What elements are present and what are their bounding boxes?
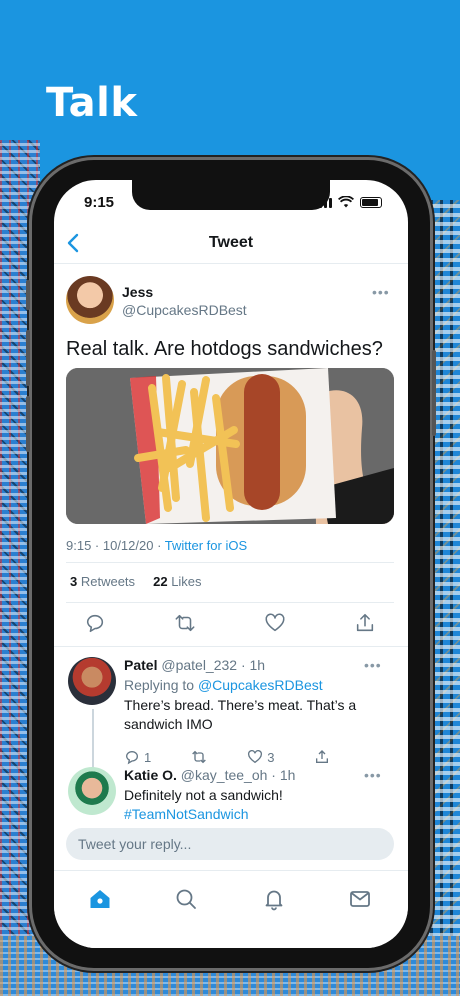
likes-count: 22	[153, 574, 168, 589]
reply-author-handle: @patel_232 · 1h	[161, 657, 266, 673]
tweet-text: Real talk. Are hotdogs sandwiches?	[66, 338, 383, 360]
tweet-stats: 3 Retweets 22 Likes	[70, 574, 202, 589]
reply-text-line: Definitely not a sandwich!	[124, 787, 283, 803]
replying-to-line: Replying to @CupcakesRDBest	[124, 677, 323, 693]
tweet-source-link[interactable]: Twitter for iOS	[165, 538, 247, 553]
retweet-icon	[192, 750, 207, 764]
reply-item[interactable]: Katie O. @kay_tee_oh · 1h ••• Definitely…	[68, 767, 398, 827]
avatar[interactable]	[66, 276, 114, 324]
like-icon	[248, 749, 263, 764]
reply-input[interactable]	[66, 828, 394, 860]
signal-icon	[314, 198, 332, 208]
reply-icon	[125, 751, 138, 765]
replying-to-link[interactable]: @CupcakesRDBest	[198, 677, 323, 693]
retweet-icon[interactable]	[174, 612, 196, 634]
like-count: 3	[267, 749, 275, 765]
reply-item[interactable]: Patel @patel_232 · 1h ••• Replying to @C…	[68, 657, 398, 775]
phone-power-button	[432, 350, 436, 436]
retweet-button[interactable]	[191, 749, 207, 765]
share-button[interactable]	[314, 749, 330, 765]
retweets-label: Retweets	[77, 574, 136, 589]
battery-icon	[360, 197, 382, 208]
like-icon[interactable]	[264, 612, 286, 634]
avatar[interactable]	[68, 767, 116, 815]
more-options-icon[interactable]: •••	[364, 657, 382, 673]
replying-to-prefix: Replying to	[124, 677, 198, 693]
reply-author-name[interactable]: Katie O.	[124, 767, 177, 783]
author-name[interactable]: Jess	[122, 284, 153, 300]
reply-author-handle: @kay_tee_oh · 1h	[180, 767, 296, 783]
nav-title: Tweet	[208, 234, 254, 251]
tweet-meta: 9:15 · 10/12/20 · Twitter for iOS	[66, 538, 247, 553]
reply-composer	[66, 828, 394, 860]
share-icon	[316, 750, 329, 763]
divider	[66, 602, 394, 603]
wifi-icon	[338, 196, 354, 208]
reply-header: Patel @patel_232 · 1h	[124, 657, 265, 673]
notifications-icon[interactable]	[262, 887, 286, 911]
tab-bar	[54, 870, 408, 948]
tweet-image[interactable]	[66, 368, 394, 524]
tweet-actions	[84, 612, 376, 634]
divider	[66, 562, 394, 563]
more-options-icon[interactable]: •••	[364, 767, 382, 783]
status-icons	[314, 196, 382, 208]
phone-mute-switch	[26, 280, 30, 310]
like-button[interactable]: 3	[247, 749, 274, 765]
likes-stat[interactable]: 22 Likes	[153, 574, 201, 589]
promo-headline: Talk	[46, 80, 138, 126]
reply-header: Katie O. @kay_tee_oh · 1h	[124, 767, 295, 783]
phone-frame: 9:15 Tweet Jess @CupcakesRDBest ••• Real	[26, 160, 436, 968]
reply-button[interactable]: 1	[124, 749, 151, 765]
reply-hashtag-link[interactable]: #TeamNotSandwich	[124, 806, 249, 822]
tweet-timestamp: 9:15 · 10/12/20 ·	[66, 538, 165, 553]
home-icon[interactable]	[88, 887, 112, 911]
phone-notch	[132, 180, 330, 210]
replies-section: Patel @patel_232 · 1h ••• Replying to @C…	[54, 646, 408, 822]
thread-line	[92, 709, 94, 775]
messages-icon[interactable]	[348, 887, 372, 911]
avatar[interactable]	[68, 657, 116, 705]
more-options-icon[interactable]: •••	[372, 284, 390, 300]
phone-volume-up	[26, 330, 30, 386]
reply-actions: 1 3	[124, 749, 330, 765]
reply-count: 1	[144, 749, 152, 765]
retweets-stat[interactable]: 3 Retweets	[70, 574, 135, 589]
likes-label: Likes	[167, 574, 202, 589]
phone-screen: 9:15 Tweet Jess @CupcakesRDBest ••• Real	[54, 180, 408, 948]
phone-volume-down	[26, 396, 30, 452]
nav-bar: Tweet	[54, 222, 408, 264]
share-icon[interactable]	[354, 612, 376, 634]
reply-text-line: There’s bread. There’s meat. That’s a	[124, 697, 357, 713]
status-time: 9:15	[84, 194, 115, 211]
reply-author-name[interactable]: Patel	[124, 657, 157, 673]
search-icon[interactable]	[174, 887, 198, 911]
author-handle[interactable]: @CupcakesRDBest	[122, 302, 247, 318]
reply-text-line: sandwich IMO	[124, 716, 213, 732]
reply-icon[interactable]	[84, 612, 106, 634]
